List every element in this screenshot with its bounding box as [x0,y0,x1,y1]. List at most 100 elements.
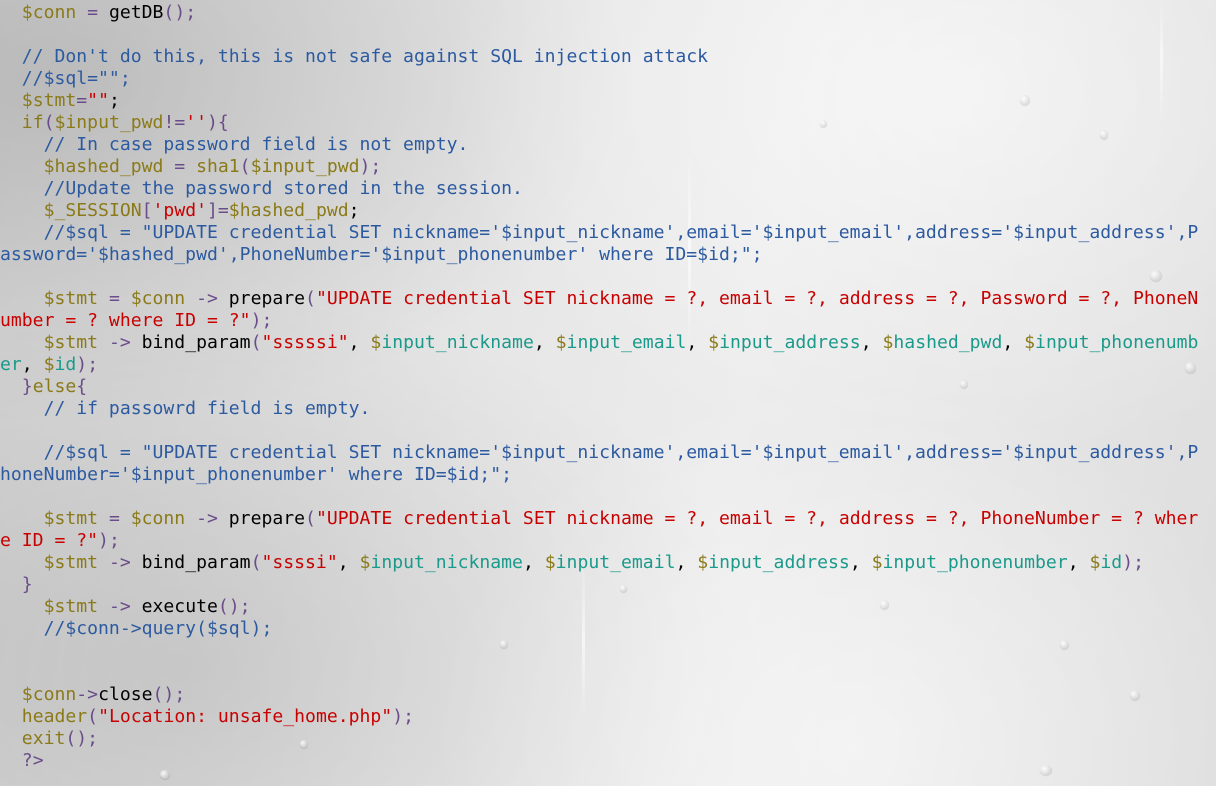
code-token: $ [555,332,567,353]
code-token: , [337,552,360,573]
code-line: $hashed_pwd = sha1($input_pwd); [0,156,1198,178]
code-line: //Update the password stored in the sess… [0,178,1198,200]
code-token: if [21,112,44,133]
code-token: $ [1024,332,1036,353]
code-editor[interactable]: $conn = getDB(); // Don't do this, this … [0,2,1198,772]
code-token: , [1002,332,1025,353]
code-token: = [98,508,131,529]
code-token: ); [1122,552,1144,573]
code-token: $stmt [43,288,99,309]
code-token: $input_pwd [54,112,164,133]
code-token: bind_param [141,332,251,353]
code-token: ( [239,156,251,177]
code-token: input_address [708,552,850,573]
code-token: $stmt [43,332,99,353]
code-line: header("Location: unsafe_home.php"); [0,706,1198,728]
code-line: $stmt -> bind_param("ssssi", $input_nick… [0,552,1198,574]
code-token: ); [250,310,273,331]
code-token: (); [217,596,251,617]
code-token: $stmt [43,596,99,617]
code-line: exit(); [0,728,1198,750]
code-token: // if passowrd field is empty. [0,398,371,419]
code-token: ]= [207,200,229,221]
code-token: input_email [555,552,676,573]
code-token: input_phonenumber [882,552,1068,573]
code-token: = [163,156,197,177]
code-token: '' [185,112,208,133]
code-token: $ [43,354,55,375]
code-line: } [0,574,1198,596]
code-token: prepare [228,288,306,309]
code-token: , [522,552,545,573]
code-token: assword='$hashed_pwd',PhoneNumber='$inpu… [0,244,763,265]
code-token: $ [544,552,556,573]
code-token: close [98,684,153,705]
code-line: $stmt -> execute(); [0,596,1198,618]
code-token: = [76,2,109,23]
code-token: umber = ? where ID = ?" [0,310,251,331]
code-token: $stmt [21,90,77,111]
code-token: , [348,332,371,353]
code-token: id [54,354,77,375]
code-line: // Don't do this, this is not safe again… [0,46,1198,68]
code-token: ( [43,112,55,133]
code-token: "UPDATE credential SET nickname = ?, ema… [315,508,1199,529]
code-token: "" [87,90,109,111]
code-token: header [21,706,88,727]
code-token: ); [76,354,99,375]
code-line: //$sql = "UPDATE credential SET nickname… [0,222,1199,244]
code-line: ?> [0,750,1198,772]
code-token: $_SESSION [43,200,142,221]
code-token: ( [305,288,316,309]
code-token: ( [250,332,262,353]
code-token: , [675,552,698,573]
code-token: } [21,574,33,595]
code-token: $conn [130,508,186,529]
code-token: sha1 [196,156,240,177]
code-token: "UPDATE credential SET nickname = ?, ema… [315,288,1199,309]
code-token: $conn [21,2,77,23]
code-token: ( [305,508,316,529]
code-line: $conn = getDB(); [0,2,1198,24]
code-line: e ID = ?"); [0,530,1198,552]
code-line: //$sql = "UPDATE credential SET nickname… [0,442,1199,464]
code-token: ){ [207,112,229,133]
code-line: if($input_pwd!=''){ [0,112,1198,134]
code-line: //$conn->query($sql); [0,618,1198,640]
code-line: $stmt=""; [0,90,1198,112]
code-token: = [76,90,88,111]
code-token: $stmt [43,552,99,573]
code-token: input_nickname [370,552,523,573]
code-line: honeNumber='$input_phonenumber' where ID… [0,464,1198,486]
code-token: (); [163,2,197,23]
code-token: ( [87,706,99,727]
code-token: bind_param [141,552,251,573]
code-token: id [1100,552,1123,573]
code-token: $ [370,332,382,353]
code-token: 'pwd' [152,200,207,221]
code-token: -> [76,684,99,705]
code-token: input_address [719,332,861,353]
code-token: $ [359,552,371,573]
code-token: $ [882,332,894,353]
code-token: != [163,112,186,133]
code-token: , [1067,552,1090,573]
code-line: $stmt = $conn -> prepare("UPDATE credent… [0,288,1199,310]
code-token: else [32,376,77,397]
code-token: // Don't do this, this is not safe again… [0,46,709,67]
code-token: $conn [130,288,186,309]
code-token: , [686,332,709,353]
